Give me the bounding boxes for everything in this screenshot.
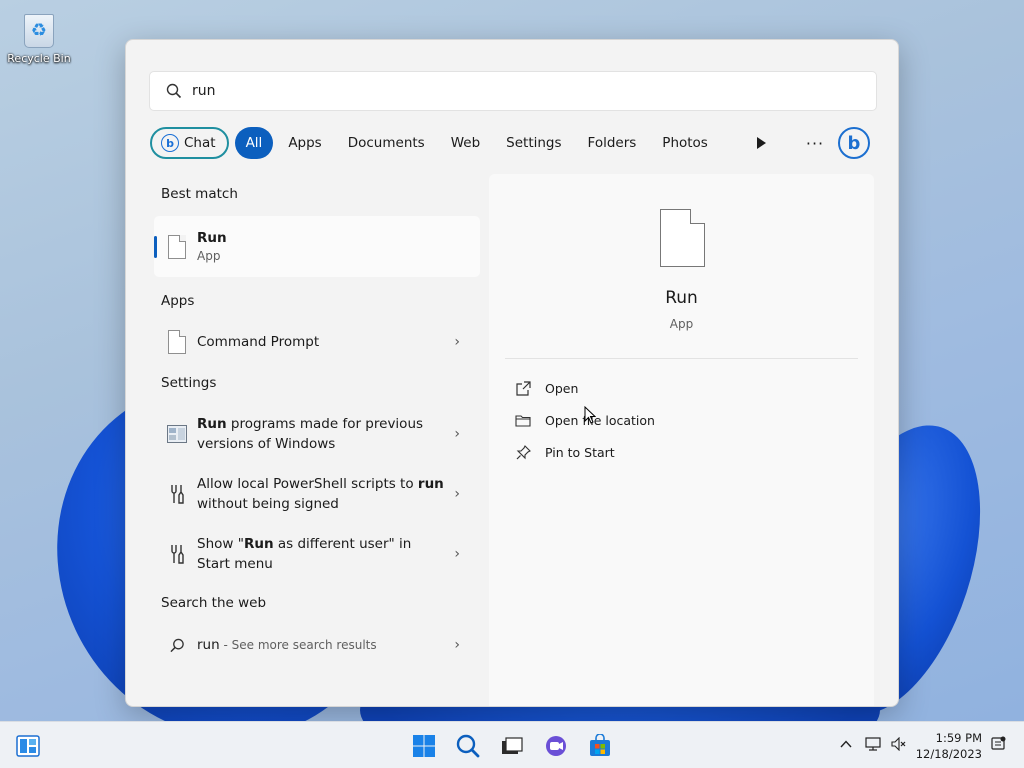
action-pin-to-start[interactable]: Pin to Start	[515, 440, 615, 464]
chevron-right-icon: ›	[454, 486, 460, 502]
setting-compat-text: programs made for previous versions of W…	[197, 416, 424, 452]
taskbar-clock[interactable]: 1:59 PM 12/18/2023	[912, 730, 982, 762]
search-panel: b Chat All Apps Documents Web Settings F…	[125, 39, 899, 707]
result-setting-compat[interactable]: Run programs made for previous versions …	[154, 412, 480, 456]
open-external-icon	[515, 380, 531, 396]
preview-subtitle: App	[669, 317, 694, 331]
apps-heading: Apps	[161, 293, 195, 309]
setting-compat-bold: Run	[197, 416, 227, 432]
best-match-type: App	[197, 249, 221, 263]
result-setting-runas[interactable]: Show "Run as different user" in Start me…	[154, 532, 480, 576]
filter-chat-label: Chat	[184, 135, 216, 151]
volume-muted-icon[interactable]	[889, 734, 909, 754]
command-prompt-icon	[166, 329, 188, 355]
best-match-run[interactable]: Run App	[154, 216, 480, 277]
web-search-query: run	[197, 637, 220, 653]
preview-title: Run	[665, 288, 698, 308]
folder-icon	[515, 412, 531, 428]
filter-web[interactable]: Web	[440, 127, 491, 159]
settings-heading: Settings	[161, 375, 217, 391]
setting-powershell-bold: run	[417, 476, 444, 492]
filter-chat[interactable]: b Chat	[150, 127, 229, 159]
setting-powershell-post: without being signed	[197, 496, 339, 512]
chevron-right-icon: ›	[454, 637, 460, 653]
network-icon[interactable]	[863, 734, 883, 754]
more-filters-play-icon[interactable]	[746, 128, 776, 158]
search-web-heading: Search the web	[161, 595, 267, 611]
filter-photos[interactable]: Photos	[651, 127, 719, 159]
result-command-prompt[interactable]: Command Prompt ›	[154, 327, 480, 357]
run-app-large-icon	[660, 209, 705, 267]
search-taskbar-button[interactable]	[452, 730, 484, 762]
run-app-icon	[166, 234, 188, 260]
filter-bar: b Chat All Apps Documents Web Settings F…	[150, 126, 723, 160]
preview-divider	[505, 358, 858, 359]
search-box[interactable]	[149, 71, 877, 111]
start-button[interactable]	[408, 730, 440, 762]
best-match-name: Run	[197, 230, 227, 246]
chevron-right-icon: ›	[454, 426, 460, 442]
action-open[interactable]: Open	[515, 376, 578, 400]
result-command-prompt-label: Command Prompt	[197, 334, 320, 350]
taskbar-time: 1:59 PM	[935, 731, 982, 745]
selection-accent	[154, 236, 157, 258]
chevron-right-icon: ›	[454, 546, 460, 562]
widgets-button[interactable]	[12, 730, 44, 762]
bing-icon[interactable]: b	[838, 127, 870, 159]
result-setting-powershell[interactable]: Allow local PowerShell scripts to run wi…	[154, 472, 480, 516]
search-input[interactable]	[192, 83, 792, 99]
microsoft-store-button[interactable]	[584, 730, 616, 762]
teams-chat-button[interactable]	[540, 730, 572, 762]
setting-runas-pre: Show "	[197, 536, 244, 552]
preview-pane: Run App Open Open file location Pin to S…	[489, 174, 874, 706]
search-icon	[164, 81, 184, 101]
mouse-cursor-icon	[584, 406, 596, 424]
web-search-icon	[166, 632, 188, 658]
recycle-bin-icon: ♻	[20, 8, 58, 48]
filter-all[interactable]: All	[234, 127, 274, 159]
filter-settings[interactable]: Settings	[495, 127, 572, 159]
pin-icon	[515, 444, 531, 460]
notifications-icon[interactable]	[988, 734, 1008, 754]
filter-documents[interactable]: Documents	[337, 127, 436, 159]
chevron-right-icon: ›	[454, 334, 460, 350]
action-pin-to-start-label: Pin to Start	[545, 444, 615, 460]
web-search-more: - See more search results	[219, 638, 377, 652]
developer-settings-icon	[166, 541, 188, 567]
bing-chat-icon: b	[161, 134, 179, 152]
compatibility-settings-icon	[166, 421, 188, 447]
taskbar: 1:59 PM 12/18/2023	[0, 721, 1024, 768]
recycle-bin-label: Recycle Bin	[7, 52, 71, 65]
action-open-label: Open	[545, 380, 579, 396]
recycle-bin-desktop-icon[interactable]: ♻ Recycle Bin	[6, 8, 72, 65]
setting-runas-bold: Run	[243, 536, 274, 552]
action-open-file-location-label: Open file location	[545, 412, 655, 428]
show-hidden-icons-chevron-up-icon[interactable]	[836, 734, 856, 754]
developer-settings-icon	[166, 481, 188, 507]
task-view-button[interactable]	[496, 730, 528, 762]
result-web-search[interactable]: run - See more search results ›	[154, 630, 480, 660]
best-match-heading: Best match	[161, 186, 238, 202]
setting-powershell-pre: Allow local PowerShell scripts to	[197, 476, 418, 492]
taskbar-date: 12/18/2023	[915, 747, 982, 761]
filter-apps[interactable]: Apps	[277, 127, 332, 159]
more-options-icon[interactable]: ···	[800, 128, 830, 158]
filter-folders[interactable]: Folders	[577, 127, 648, 159]
